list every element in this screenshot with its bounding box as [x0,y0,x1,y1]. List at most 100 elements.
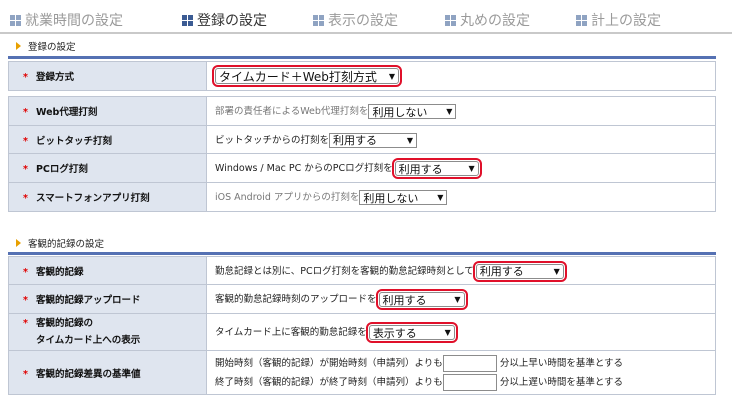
row-label-text: 客観的記録アップロード [35,295,141,306]
tab-work-hours[interactable]: 就業時間の設定 [10,10,123,30]
row-value: Windows / Mac PC からのPCログ打刻を 利用する ▼ [206,153,716,183]
row-label: * ビットタッチ打刻 [8,125,207,154]
row-label: * 客観的記録 [8,256,207,285]
required-mark: * [23,318,28,329]
end-threshold-input[interactable] [442,373,497,391]
grid-icon [445,14,456,26]
threshold-text: 終了時刻（客観的記録）が終了時刻（申請列）よりも [215,376,443,388]
table-row: * 客観的記録アップロード 客観的勤怠記録時刻のアップロードを 利用する ▼ [8,284,716,314]
objective-record-settings-table: * 客観的記録 勤怠記録とは別に、PCログ打刻を客観的勤怠記録時刻として 利用する ▼… [8,256,716,395]
row-description: 客観的勤怠記録時刻のアップロードを [215,294,377,305]
registration-settings-table: * 登録方式 タイムカード＋Web打刻方式 ▼ [8,61,716,91]
pc-log-punch-select[interactable]: 利用する ▼ [391,158,482,179]
row-label: * 客観的記録アップロード [8,284,207,314]
row-label-text: Web代理打刻 [35,107,98,118]
section-title-objective-record: 客観的記録の設定 [16,236,104,250]
chevron-down-icon: ▼ [454,295,461,304]
required-mark: * [23,135,28,147]
select-value: 利用する [382,293,427,307]
web-proxy-punch-select[interactable]: 利用しない ▼ [368,104,457,119]
chevron-down-icon: ▼ [388,71,395,81]
tabs-divider [0,32,732,34]
table-row: * 客観的記録 勤怠記録とは別に、PCログ打刻を客観的勤怠記録時刻として 利用する ▼ [8,256,716,285]
table-row: * 客観的記録の タイムカード上への表示 タイムカード上に客観的勤怠記録を 表示する… [8,313,716,351]
objective-record-upload-select[interactable]: 利用する ▼ [375,289,468,310]
row-value: 客観的勤怠記録時刻のアップロードを 利用する ▼ [206,284,716,314]
tab-label: 計上の設定 [591,13,661,29]
row-label-text: 客観的記録の [35,318,93,329]
section-title-registration: 登録の設定 [16,39,76,53]
required-mark: * [23,164,28,175]
row-label: * 客観的記録差異の基準値 [8,350,207,395]
row-label: * スマートフォンアプリ打刻 [8,182,207,212]
row-description: ビットタッチからの打刻を [215,134,330,146]
tab-rounding[interactable]: 丸めの設定 [445,10,530,30]
table-row: * ビットタッチ打刻 ビットタッチからの打刻を 利用する ▼ [8,125,716,154]
grid-icon [10,14,21,26]
grid-icon [576,14,587,26]
tab-accounting[interactable]: 計上の設定 [576,10,661,30]
row-value: 開始時刻（客観的記録）が開始時刻（申請列）よりも 分以上早い時間を基準とする 終… [206,350,716,395]
select-value: 利用する [479,265,524,278]
select-value: 表示する [372,326,417,340]
threshold-line-end: 終了時刻（客観的記録）が終了時刻（申請列）よりも 分以上遅い時間を基準とする [215,373,715,392]
row-description: iOS Android アプリからの打刻を [215,192,360,203]
triangle-marker-icon [16,42,21,50]
chevron-down-icon: ▼ [437,193,444,202]
row-label: * PCログ打刻 [8,153,207,183]
row-label-text: PCログ打刻 [35,164,88,175]
tab-label: 丸めの設定 [460,13,530,29]
grid-icon [313,14,324,26]
row-label-text: タイムカード上への表示 [36,335,141,346]
row-label-text: 登録方式 [35,72,74,83]
row-label-text: ビットタッチ打刻 [35,135,112,147]
tab-registration[interactable]: 登録の設定 [182,10,267,30]
start-threshold-input[interactable] [442,354,497,372]
smartphone-app-punch-select[interactable]: 利用しない ▼ [359,190,448,205]
table-row: * Web代理打刻 部署の責任者によるWeb代理打刻を 利用しない ▼ [8,96,716,126]
row-description: 部署の責任者によるWeb代理打刻を [215,106,369,117]
select-value: 利用しない [372,105,428,119]
chevron-down-icon: ▼ [446,107,453,116]
tab-display[interactable]: 表示の設定 [313,10,398,30]
select-value: タイムカード＋Web打刻方式 [219,69,377,84]
required-mark: * [23,368,28,380]
table-row: * PCログ打刻 Windows / Mac PC からのPCログ打刻を 利用する ▼ [8,153,716,183]
registration-method-select[interactable]: タイムカード＋Web打刻方式 ▼ [212,65,402,87]
required-mark: * [23,193,28,204]
section-title-text: 客観的記録の設定 [28,239,105,250]
row-label-text: 客観的記録差異の基準値 [35,368,141,380]
row-label: * 登録方式 [8,61,207,91]
tab-label: 表示の設定 [328,13,398,29]
section-divider [8,252,716,255]
row-label-text: スマートフォンアプリ打刻 [35,193,150,204]
required-mark: * [23,72,28,83]
bit-touch-punch-select[interactable]: 利用する ▼ [329,132,418,148]
objective-record-select[interactable]: 利用する ▼ [472,260,567,282]
section-title-text: 登録の設定 [28,42,76,53]
select-value: 利用する [333,134,378,147]
table-row: * 登録方式 タイムカード＋Web打刻方式 ▼ [8,61,716,91]
required-mark: * [23,295,28,306]
registration-settings-table-2: * Web代理打刻 部署の責任者によるWeb代理打刻を 利用しない ▼ * ビットタッチ… [8,96,716,212]
row-label: * 客観的記録の タイムカード上への表示 [8,313,207,351]
row-description: 勤怠記録とは別に、PCログ打刻を客観的勤怠記録時刻として [215,265,474,277]
grid-icon [182,14,193,26]
row-description: タイムカード上に客観的勤怠記録を [215,327,367,338]
chevron-down-icon: ▼ [553,266,560,276]
row-value: タイムカード＋Web打刻方式 ▼ [206,61,716,91]
triangle-marker-icon [16,239,21,247]
chevron-down-icon: ▼ [444,328,451,337]
threshold-text: 開始時刻（客観的記録）が開始時刻（申請列）よりも [215,357,443,369]
row-description: Windows / Mac PC からのPCログ打刻を [215,163,393,174]
select-value: 利用しない [363,191,419,205]
row-label: * Web代理打刻 [8,96,207,126]
required-mark: * [23,266,28,278]
tab-label: 登録の設定 [197,13,267,29]
select-value: 利用する [398,162,443,176]
timecard-display-select[interactable]: 表示する ▼ [365,322,458,343]
required-mark: * [23,107,28,118]
row-value: 部署の責任者によるWeb代理打刻を 利用しない ▼ [206,96,716,126]
row-label-text: 客観的記録 [35,266,84,278]
threshold-text: 分以上遅い時間を基準とする [499,376,624,388]
